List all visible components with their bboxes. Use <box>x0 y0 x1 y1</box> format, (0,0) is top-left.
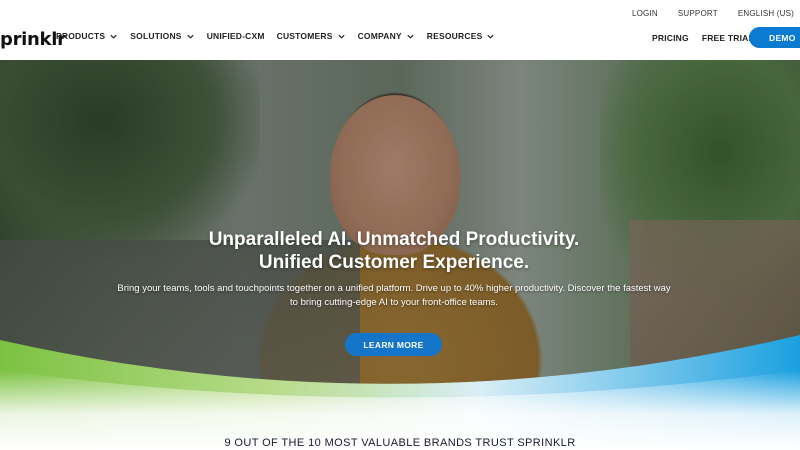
hero-subtitle: Bring your teams, tools and touchpoints … <box>0 282 788 310</box>
nav-unified-cxm[interactable]: UNIFIED-CXM <box>207 31 265 41</box>
hero-title-line: Unparalleled AI. Unmatched Productivity. <box>208 229 580 250</box>
nav-customers[interactable]: CUSTOMERS <box>277 31 346 41</box>
demo-button[interactable]: DEMO <box>749 27 800 48</box>
nav-resources[interactable]: RESOURCES <box>427 31 496 41</box>
nav-products[interactable]: PRODUCTS <box>56 31 118 41</box>
support-link[interactable]: SUPPORT <box>678 9 718 18</box>
utility-links: LOGIN SUPPORT ENGLISH (US) <box>632 9 800 18</box>
login-link[interactable]: LOGIN <box>632 9 658 18</box>
nav-label: COMPANY <box>357 31 402 41</box>
hero-subtitle-line: Bring your teams, tools and touchpoints … <box>117 283 671 294</box>
nav-solutions[interactable]: SOLUTIONS <box>130 31 194 41</box>
chevron-down-icon <box>407 34 414 39</box>
free-trial-link[interactable]: FREE TRIAL <box>702 33 754 43</box>
chevron-down-icon <box>110 34 117 39</box>
nav-company[interactable]: COMPANY <box>358 31 415 41</box>
nav-label: SOLUTIONS <box>130 31 182 41</box>
learn-more-button[interactable]: LEARN MORE <box>345 333 442 356</box>
pricing-link[interactable]: PRICING <box>652 33 689 43</box>
site-header: prinklr PRODUCTS SOLUTIONS UNIFIED-CXM C… <box>0 0 800 60</box>
hero-subtitle-line: to bring cutting-edge AI to your front-o… <box>290 297 498 308</box>
hero-title: Unparalleled AI. Unmatched Productivity.… <box>0 228 788 274</box>
chevron-down-icon <box>187 34 194 39</box>
hero-title-line: Unified Customer Experience. <box>258 252 530 273</box>
trust-banner: 9 OUT OF THE 10 MOST VALUABLE BRANDS TRU… <box>224 437 576 449</box>
language-selector[interactable]: ENGLISH (US) <box>738 9 794 18</box>
main-nav: PRODUCTS SOLUTIONS UNIFIED-CXM CUSTOMERS… <box>56 31 507 41</box>
nav-label: RESOURCES <box>426 31 483 41</box>
nav-label: PRODUCTS <box>56 31 106 41</box>
chevron-down-icon <box>337 34 345 39</box>
chevron-down-icon <box>487 34 495 39</box>
nav-label: CUSTOMERS <box>276 31 333 41</box>
nav-label: UNIFIED-CXM <box>206 31 265 41</box>
